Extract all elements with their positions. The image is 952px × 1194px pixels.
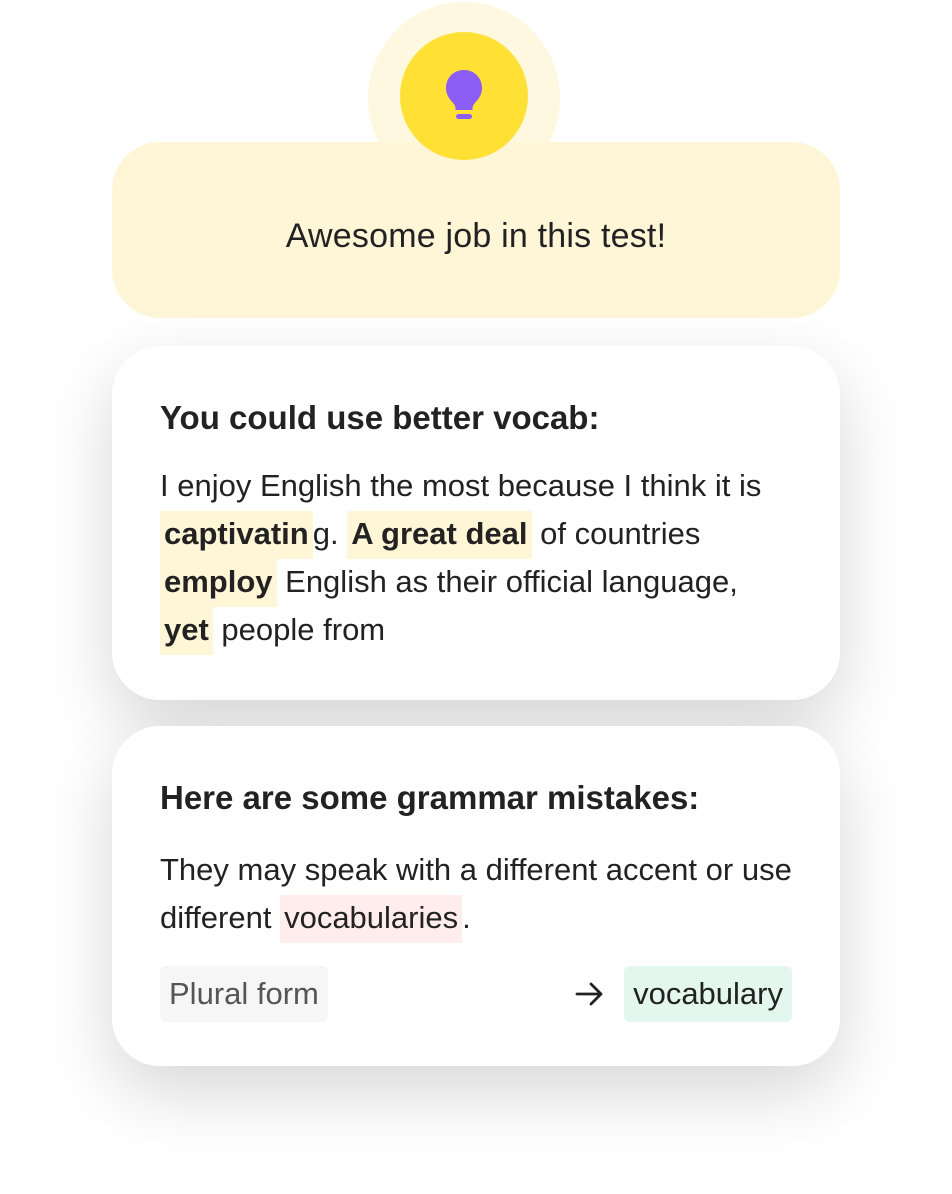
vocab-highlight[interactable]: captivatin xyxy=(160,511,313,559)
lightbulb-badge xyxy=(400,32,528,160)
vocab-text-segment: of countries xyxy=(531,516,701,551)
vocab-card-title: You could use better vocab: xyxy=(160,399,600,436)
grammar-card-title: Here are some grammar mistakes: xyxy=(160,779,700,816)
vocab-text-segment: people from xyxy=(212,612,386,647)
vocab-text-segment: I enjoy English the most because I think… xyxy=(160,468,762,503)
grammar-error-highlight[interactable]: vocabularies xyxy=(280,895,463,943)
feedback-banner: Awesome job in this test! xyxy=(112,142,840,318)
banner-message: Awesome job in this test! xyxy=(285,216,667,255)
rule-chip: Plural form xyxy=(160,966,328,1022)
vocab-highlight[interactable]: employ xyxy=(160,559,277,607)
vocab-highlight[interactable]: A great deal xyxy=(347,511,532,559)
suggestion-chip[interactable]: vocabulary xyxy=(624,966,792,1022)
vocab-highlight[interactable]: yet xyxy=(160,607,213,655)
grammar-text-segment: . xyxy=(462,900,471,935)
grammar-card: Here are some grammar mistakes: They may… xyxy=(112,726,840,1066)
vocab-text-segment: English as their official language, xyxy=(276,564,738,599)
vocab-text-segment: g. xyxy=(312,516,348,551)
grammar-text-segment: They may speak with a different accent o… xyxy=(160,852,792,935)
arrow-right-icon xyxy=(574,980,606,1008)
correction-suggestion-group: vocabulary xyxy=(574,966,792,1022)
vocab-text: I enjoy English the most because I think… xyxy=(160,462,792,655)
grammar-text: They may speak with a different accent o… xyxy=(160,846,792,943)
correction-row: Plural form vocabulary xyxy=(160,966,792,1022)
lightbulb-icon xyxy=(446,70,482,119)
vocab-card: You could use better vocab: I enjoy Engl… xyxy=(112,346,840,700)
